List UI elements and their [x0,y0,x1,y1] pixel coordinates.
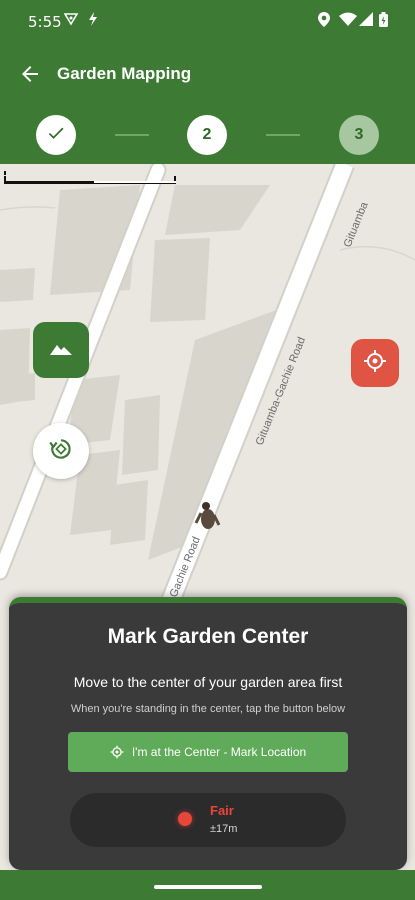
road-label-gituamba: Gituamba [342,200,371,250]
step-connector [266,134,300,136]
map-building [0,268,35,302]
step-1-completed [36,115,76,155]
map-building [110,480,148,545]
map-building [165,185,270,235]
step-2-active: 2 [187,115,227,155]
sheet-subtitle: Move to the center of your garden area f… [73,674,343,690]
accuracy-status-dot [178,812,192,826]
rotate-icon [48,436,74,467]
signal-icon [359,12,373,31]
mark-center-sheet: Mark Garden Center Move to the center of… [9,597,407,870]
mark-location-button[interactable]: I'm at the Center - Mark Location [68,732,348,772]
system-nav-bar [0,870,415,900]
step-connector [115,134,149,136]
status-time: 5:55 [28,13,62,31]
location-icon [318,12,330,32]
progress-stepper: 2 3 [0,104,415,164]
rotate-map-button[interactable] [33,423,89,479]
map-building [122,395,160,475]
sheet-title: Mark Garden Center [107,625,309,648]
arrow-back-icon[interactable] [18,62,42,86]
my-location-icon [363,349,387,378]
mark-location-label: I'm at the Center - Mark Location [131,745,307,759]
check-icon [46,123,66,148]
crosshair-icon [110,745,124,759]
wifi-icon [339,12,357,31]
layers-icon [50,341,72,360]
status-bar: 5:55 [0,0,415,44]
map-scale-bar [4,168,176,186]
vpn-key-icon [63,12,79,31]
battery-icon [379,12,388,32]
app-bar: Garden Mapping [0,44,415,104]
sheet-hint: When you're standing in the center, tap … [70,703,346,715]
step-3-pending: 3 [339,115,379,155]
map-building [150,238,210,322]
home-gesture-handle[interactable] [154,885,262,889]
flash-icon [88,12,98,31]
map-layers-button[interactable] [33,322,89,378]
page-title: Garden Mapping [57,64,192,83]
accuracy-level: Fair [210,803,234,818]
map-building [15,373,35,402]
my-location-button[interactable] [351,339,399,387]
gps-accuracy-indicator: Fair ±17m [70,793,346,847]
accuracy-range: ±17m [210,823,238,835]
